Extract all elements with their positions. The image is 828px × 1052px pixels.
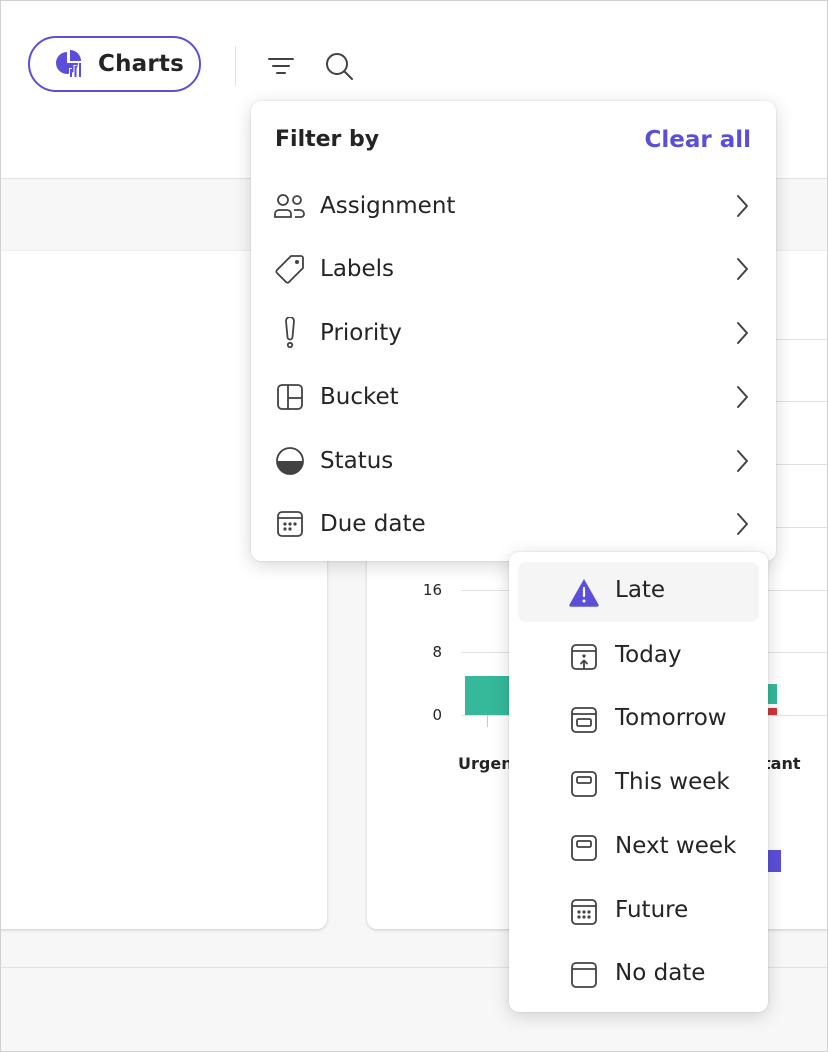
submenu-item-label: This week — [615, 769, 730, 795]
chevron-right-icon — [730, 447, 754, 475]
submenu-item-label: Future — [615, 897, 689, 923]
menu-item-label: Status — [320, 448, 394, 474]
filter-lines-icon — [268, 58, 294, 74]
chevron-right-icon — [730, 255, 754, 283]
submenu-item-label: Today — [615, 642, 682, 668]
menu-item-label: Assignment — [320, 193, 456, 219]
calendar-tomorrow-icon — [568, 703, 600, 737]
submenu-item-today[interactable]: Today — [518, 627, 759, 687]
pie-chart-icon — [54, 49, 84, 79]
y-tick-label: 16 — [422, 581, 442, 599]
menu-item-priority[interactable]: Priority — [251, 305, 776, 361]
menu-item-bucket[interactable]: Bucket — [251, 369, 776, 425]
filter-menu: Filter by Clear all Assignment Labels Pr… — [251, 101, 776, 561]
calendar-today-icon — [568, 640, 600, 674]
y-tick-label: 0 — [432, 706, 442, 724]
submenu-item-this-week[interactable]: This week — [518, 754, 759, 814]
filter-menu-title: Filter by — [275, 127, 380, 152]
calendar-future-icon — [568, 895, 600, 929]
submenu-item-label: Next week — [615, 833, 737, 859]
chevron-right-icon — [730, 510, 754, 538]
submenu-item-late[interactable]: Late — [518, 562, 759, 622]
calendar-week-icon — [568, 831, 600, 865]
calendar-empty-icon — [568, 958, 600, 992]
charts-label: Charts — [98, 51, 185, 77]
people-icon — [273, 189, 307, 223]
warning-icon — [568, 575, 600, 609]
chevron-right-icon — [730, 383, 754, 411]
submenu-item-future[interactable]: Future — [518, 882, 759, 942]
menu-item-status[interactable]: Status — [251, 433, 776, 489]
menu-item-label: Bucket — [320, 384, 399, 410]
calendar-week-icon — [568, 767, 600, 801]
filter-button[interactable] — [263, 49, 297, 83]
app-frame: 16 8 0 Urgen tant Charts Filter by Clear… — [0, 0, 828, 1052]
bar-urgent — [465, 676, 513, 715]
menu-item-label: Priority — [320, 320, 402, 346]
calendar-dots-icon — [273, 507, 307, 541]
submenu-item-next-week[interactable]: Next week — [518, 818, 759, 878]
half-circle-icon — [273, 444, 307, 478]
submenu-item-no-date[interactable]: No date — [518, 945, 759, 1005]
chevron-right-icon — [730, 319, 754, 347]
search-button[interactable] — [322, 49, 356, 83]
menu-item-labels[interactable]: Labels — [251, 241, 776, 297]
menu-item-assignment[interactable]: Assignment — [251, 178, 776, 234]
charts-button[interactable]: Charts — [28, 36, 201, 92]
submenu-item-label: Tomorrow — [615, 705, 727, 731]
search-icon — [326, 53, 353, 80]
submenu-item-label: Late — [615, 577, 666, 603]
category-label: Urgen — [458, 754, 513, 773]
tag-icon — [273, 252, 307, 286]
menu-item-label: Labels — [320, 256, 395, 282]
submenu-item-tomorrow[interactable]: Tomorrow — [518, 690, 759, 750]
due-date-submenu: Late Today Tomorrow This week Next week — [509, 552, 768, 1012]
y-tick-label: 8 — [432, 643, 442, 661]
toolbar-divider — [235, 46, 236, 86]
axis-tick — [487, 715, 488, 727]
clear-all-button[interactable]: Clear all — [644, 127, 751, 153]
category-label: tant — [763, 754, 801, 773]
exclamation-icon — [273, 316, 307, 350]
submenu-item-label: No date — [615, 960, 706, 986]
chevron-right-icon — [730, 192, 754, 220]
board-icon — [273, 380, 307, 414]
menu-item-due-date[interactable]: Due date — [251, 496, 776, 552]
menu-item-label: Due date — [320, 511, 426, 537]
